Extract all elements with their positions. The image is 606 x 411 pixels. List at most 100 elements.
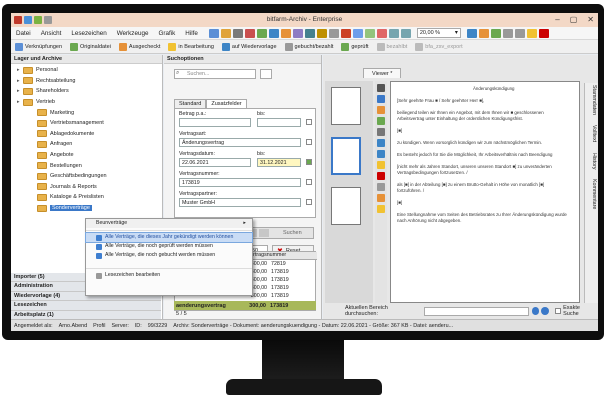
ctx-item-buchen[interactable]: Alle Verträge, die noch gebucht werden m…: [86, 251, 252, 260]
vertragspartner-input[interactable]: Muster GmbH: [179, 198, 301, 207]
vertragsdatum-checkbox[interactable]: [306, 159, 312, 165]
fit-page-icon[interactable]: [466, 28, 477, 38]
tree-node[interactable]: ▸ Shareholders: [11, 86, 161, 97]
delete-icon[interactable]: [244, 28, 255, 38]
menu-datei[interactable]: Datei: [11, 30, 36, 37]
wiedervorlage-button[interactable]: auf Wiedervorlage: [218, 42, 281, 51]
ctx-item-kuendbar[interactable]: Alle Verträge, die dieses Jahr gekündigt…: [85, 232, 253, 243]
scan-icon[interactable]: [256, 28, 267, 38]
viewer-tab[interactable]: Viewer *: [363, 68, 402, 78]
ctx-item-pruefen[interactable]: Alle Verträge, die noch geprüft werden m…: [86, 242, 252, 251]
vertragsnummer-input[interactable]: 173819: [179, 178, 301, 187]
maximize-icon[interactable]: ▢: [570, 15, 578, 24]
stamp-icon[interactable]: [292, 28, 303, 38]
new-icon[interactable]: [208, 28, 219, 38]
verknuepfungen-button[interactable]: Verknüpfungen: [11, 42, 66, 51]
highlight-icon[interactable]: [526, 28, 537, 38]
vertragsdatum-from-input[interactable]: 22.06.2021: [179, 158, 251, 167]
tree-node[interactable]: Bestellungen: [11, 160, 161, 171]
viewer-search-input[interactable]: [423, 306, 529, 316]
gebucht-button[interactable]: gebucht/bezahlt: [281, 42, 338, 51]
tree-node[interactable]: Vertriebsmanagement: [11, 118, 161, 129]
exact-search-checkbox[interactable]: [555, 308, 562, 314]
in-bearbeitung-button[interactable]: in Bearbeitung: [164, 42, 217, 51]
minimize-icon[interactable]: –: [555, 15, 559, 24]
tab-history[interactable]: History: [591, 153, 597, 169]
page-thumbnail[interactable]: [331, 87, 361, 125]
vertragsnummer-checkbox[interactable]: [306, 179, 312, 185]
bezahlt-button[interactable]: bezahlbt: [373, 42, 412, 51]
pen-icon[interactable]: [377, 205, 385, 213]
tree-node[interactable]: ▸ Personal: [11, 65, 161, 76]
tree-node[interactable]: ▸ Vertrieb: [11, 97, 161, 108]
tree-node[interactable]: Angebote: [11, 150, 161, 161]
menu-werkzeuge[interactable]: Werkzeuge: [112, 30, 154, 37]
text-icon[interactable]: [377, 128, 385, 136]
export-icon[interactable]: [304, 28, 315, 38]
tree-node[interactable]: Sonderverträge: [11, 203, 161, 214]
vertragsart-select[interactable]: Änderungsvertrag: [179, 138, 301, 147]
export-button[interactable]: bfa_zsv_export: [411, 42, 466, 51]
hand-icon[interactable]: [377, 84, 385, 92]
pin-icon[interactable]: [377, 106, 385, 114]
settings-icon[interactable]: [328, 28, 339, 38]
close-icon[interactable]: ✕: [587, 15, 594, 24]
pdf-icon[interactable]: [340, 28, 351, 38]
menu-ansicht[interactable]: Ansicht: [36, 30, 67, 37]
mail-icon[interactable]: [268, 28, 279, 38]
originaldatei-button[interactable]: Originaldatei: [66, 42, 115, 51]
check-icon[interactable]: [364, 28, 375, 38]
arrow-icon[interactable]: [377, 139, 385, 147]
marker-icon[interactable]: [377, 161, 385, 169]
tree-node[interactable]: Ablagedokumente: [11, 129, 161, 140]
tab-zusatzfelder[interactable]: Zusatzfelder: [206, 99, 247, 108]
prev-page-icon[interactable]: [502, 28, 513, 38]
betrag-from-input[interactable]: [179, 118, 251, 127]
ctx-edit-bookmarks[interactable]: Lesezeichen bearbeiten: [86, 271, 252, 280]
note-icon[interactable]: [377, 194, 385, 202]
tree-node[interactable]: Journals & Reports: [11, 182, 161, 193]
tab-kommentare[interactable]: Kommentare: [591, 179, 597, 209]
next-page-icon[interactable]: [514, 28, 525, 38]
annotate-icon[interactable]: [538, 28, 549, 38]
menu-lesezeichen[interactable]: Lesezeichen: [66, 30, 111, 37]
betrag-checkbox[interactable]: [306, 119, 312, 125]
viewer-search-next-icon[interactable]: [541, 307, 550, 315]
betrag-to-input[interactable]: [257, 118, 301, 127]
search-button[interactable]: Suchen: [283, 230, 302, 236]
vertragsdatum-to-input[interactable]: 31.12.2021: [257, 158, 301, 167]
tree-node[interactable]: ▸ Rechtsabteilung: [11, 76, 161, 87]
rotate-icon[interactable]: [490, 28, 501, 38]
geprueft-button[interactable]: geprüft: [337, 42, 372, 51]
viewer-search-prev-icon[interactable]: [531, 307, 540, 315]
lock-icon[interactable]: [376, 28, 387, 38]
menu-hilfe[interactable]: Hilfe: [180, 30, 203, 37]
tab-standard[interactable]: Standard: [174, 99, 207, 108]
page-thumbnail-selected[interactable]: [331, 137, 361, 175]
tree-node[interactable]: Anfragen: [11, 139, 161, 150]
cursor-icon[interactable]: [377, 95, 385, 103]
vertragsart-checkbox[interactable]: [306, 139, 312, 145]
tree-node[interactable]: Vertrieb: [11, 213, 161, 215]
fit-width-icon[interactable]: [478, 28, 489, 38]
page-icon[interactable]: [352, 28, 363, 38]
menu-grafik[interactable]: Grafik: [153, 30, 180, 37]
stamp-icon[interactable]: [377, 117, 385, 125]
open-icon[interactable]: [220, 28, 231, 38]
rectangle-icon[interactable]: [377, 172, 385, 180]
vertragspartner-checkbox[interactable]: [306, 199, 312, 205]
folder-icon[interactable]: [280, 28, 291, 38]
tree-node[interactable]: Kataloge & Preislisten: [11, 192, 161, 203]
zoom-out-icon[interactable]: [400, 28, 411, 38]
ausgecheckt-button[interactable]: Ausgecheckt: [115, 42, 165, 51]
zoom-in-icon[interactable]: [388, 28, 399, 38]
search-input[interactable]: Suchen...: [174, 69, 256, 79]
line-icon[interactable]: [377, 150, 385, 158]
acc-lesezeichen[interactable]: Lesezeichen: [11, 301, 161, 311]
eraser-icon[interactable]: [377, 183, 385, 191]
print-icon[interactable]: [232, 28, 243, 38]
next-arrow-icon[interactable]: [259, 229, 269, 237]
key-icon[interactable]: [316, 28, 327, 38]
tree-node[interactable]: Marketing: [11, 107, 161, 118]
zoom-select[interactable]: 20,00 %: [416, 28, 461, 38]
